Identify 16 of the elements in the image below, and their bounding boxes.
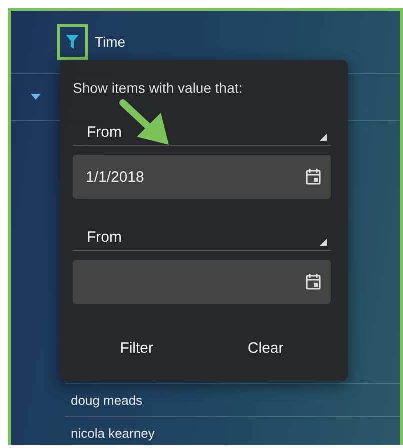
table-cell: doug meads xyxy=(65,383,400,416)
operator-dropdown[interactable]: From xyxy=(73,221,331,251)
filter-icon[interactable] xyxy=(66,35,79,49)
caret-icon xyxy=(320,239,327,246)
column-header[interactable]: Time xyxy=(95,34,126,50)
table-cell: nicola kearney xyxy=(65,416,400,445)
annotation-arrow xyxy=(119,99,171,147)
date-field[interactable]: 1/1/2018 xyxy=(73,155,331,199)
filter-prompt: Show items with value that: xyxy=(73,80,244,96)
calendar-icon[interactable] xyxy=(306,273,321,290)
expand-icon[interactable] xyxy=(31,93,41,101)
caret-icon xyxy=(320,134,327,141)
calendar-icon[interactable] xyxy=(306,168,321,185)
date-field[interactable] xyxy=(73,260,331,304)
popup-button[interactable]: Filter xyxy=(110,334,164,363)
popup-button[interactable]: Clear xyxy=(238,334,294,363)
